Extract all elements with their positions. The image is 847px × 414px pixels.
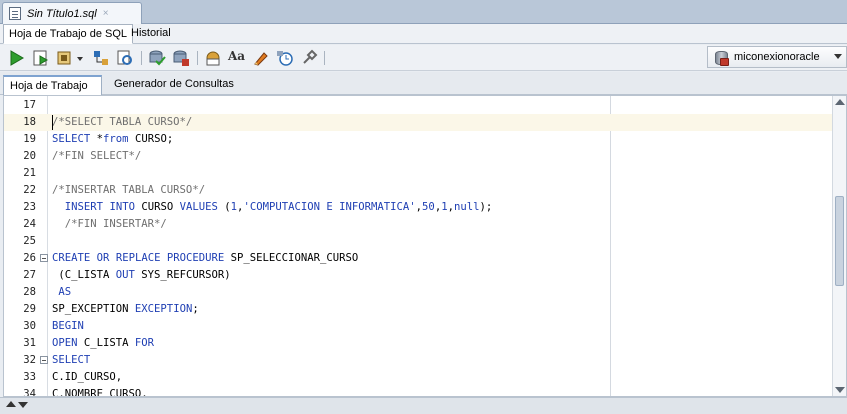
code-line[interactable]: 17 xyxy=(4,97,834,114)
sql-format-icon[interactable] xyxy=(204,49,222,67)
sql-file-icon xyxy=(9,7,21,20)
connection-name: miconexionoracle xyxy=(734,51,820,63)
code-line[interactable]: 26 CREATE OR REPLACE PROCEDURE SP_SELECCI… xyxy=(4,250,834,267)
code-line[interactable]: 19 SELECT *from CURSO; xyxy=(4,131,834,148)
code-text: /*FIN INSERTAR*/ xyxy=(52,218,167,230)
code-text: /*INSERTAR TABLA CURSO*/ xyxy=(52,184,206,196)
expand-up-icon[interactable] xyxy=(6,401,16,407)
worksheet-toolbar: Aa miconexionoracle xyxy=(0,45,847,71)
code-text: SELECT xyxy=(52,354,91,366)
code-text: SELECT *from CURSO; xyxy=(52,133,174,145)
code-line[interactable]: 22 /*INSERTAR TABLA CURSO*/ xyxy=(4,182,834,199)
code-line[interactable]: 29 SP_EXCEPTION EXCEPTION; xyxy=(4,301,834,318)
line-number: 30 xyxy=(23,320,36,332)
code-text: C.NOMBRE_CURSO, xyxy=(52,388,148,397)
line-number: 25 xyxy=(23,235,36,247)
code-text: BEGIN xyxy=(52,320,84,332)
code-text: C.ID_CURSO, xyxy=(52,371,123,383)
fold-toggle-icon[interactable] xyxy=(40,254,48,262)
scroll-up-icon[interactable] xyxy=(835,99,845,105)
sql-tuning-icon[interactable] xyxy=(116,49,134,67)
code-text: INSERT INTO CURSO VALUES (1,'COMPUTACION… xyxy=(64,201,493,213)
code-line[interactable]: 32 SELECT xyxy=(4,352,834,369)
line-number: 19 xyxy=(23,133,36,145)
explain-plan-icon[interactable] xyxy=(92,49,110,67)
line-number: 32 xyxy=(23,354,36,366)
code-line[interactable]: 30 BEGIN xyxy=(4,318,834,335)
connection-selector[interactable]: miconexionoracle xyxy=(707,46,847,68)
chevron-down-icon xyxy=(834,54,842,59)
code-line[interactable]: 23 INSERT INTO CURSO VALUES (1,'COMPUTAC… xyxy=(4,199,834,216)
database-connection-icon xyxy=(714,50,729,66)
rollback-icon[interactable] xyxy=(172,49,190,67)
line-number: 20 xyxy=(23,150,36,162)
line-number: 33 xyxy=(23,371,36,383)
file-tab-strip: Sin Título1.sql × xyxy=(0,0,847,24)
code-text: OPEN C_LISTA FOR xyxy=(52,337,155,349)
code-line[interactable]: 25 xyxy=(4,233,834,250)
clear-icon[interactable] xyxy=(252,49,270,67)
code-line[interactable]: 18 /*SELECT TABLA CURSO*/ xyxy=(4,114,834,131)
code-text: AS xyxy=(58,286,72,298)
file-tab-title: Sin Título1.sql xyxy=(27,7,97,20)
line-number: 28 xyxy=(23,286,36,298)
sql-subtabs: Hoja de Trabajo de SQL Historial xyxy=(0,24,847,44)
line-number: 26 xyxy=(23,252,36,264)
autotrace-icon[interactable] xyxy=(56,49,74,67)
autotrace-dropdown-icon[interactable] xyxy=(76,49,84,67)
line-number: 18 xyxy=(23,116,36,128)
scroll-thumb[interactable] xyxy=(835,196,844,286)
worksheet-tabs: Hoja de Trabajo Generador de Consultas xyxy=(0,72,847,95)
tab-hoja-de-trabajo[interactable]: Hoja de Trabajo xyxy=(3,75,102,95)
line-number: 24 xyxy=(23,218,36,230)
close-icon[interactable]: × xyxy=(103,8,109,19)
collapse-down-icon[interactable] xyxy=(18,402,28,408)
run-script-icon[interactable] xyxy=(32,49,50,67)
to-upper-lower-icon[interactable]: Aa xyxy=(228,49,246,67)
code-line[interactable]: 28 AS xyxy=(4,284,834,301)
code-text: SP_EXCEPTION EXCEPTION; xyxy=(52,303,199,315)
line-number: 23 xyxy=(23,201,36,213)
code-text: /*FIN SELECT*/ xyxy=(52,150,142,162)
code-line[interactable]: 21 xyxy=(4,165,834,182)
code-line[interactable]: 33 C.ID_CURSO, xyxy=(4,369,834,386)
code-text: CREATE OR REPLACE PROCEDURE SP_SELECCION… xyxy=(52,252,359,264)
toolbar-separator xyxy=(324,51,325,65)
line-number: 27 xyxy=(23,269,36,281)
tab-hoja-de-trabajo-sql[interactable]: Hoja de Trabajo de SQL xyxy=(3,24,134,44)
sql-editor[interactable]: 17 18 /*SELECT TABLA CURSO*/ 19 SELECT *from… xyxy=(3,95,847,397)
text-caret xyxy=(52,115,53,130)
sql-history-icon[interactable] xyxy=(276,49,294,67)
code-line[interactable]: 24 /*FIN INSERTAR*/ xyxy=(4,216,834,233)
run-statement-icon[interactable] xyxy=(8,49,26,67)
code-line[interactable]: 27 (C_LISTA OUT SYS_REFCURSOR) xyxy=(4,267,834,284)
file-tab-sin-titulo[interactable]: Sin Título1.sql × xyxy=(2,2,142,24)
tab-generador-de-consultas[interactable]: Generador de Consultas xyxy=(108,75,240,95)
commit-icon[interactable] xyxy=(148,49,166,67)
line-number: 17 xyxy=(23,99,36,111)
unshared-worksheet-icon[interactable] xyxy=(300,49,318,67)
vertical-scrollbar[interactable] xyxy=(832,96,846,396)
tab-historial[interactable]: Historial xyxy=(126,24,176,44)
line-number: 31 xyxy=(23,337,36,349)
code-line[interactable]: 31 OPEN C_LISTA FOR xyxy=(4,335,834,352)
line-number: 34 xyxy=(23,388,36,397)
code-line[interactable]: 34 C.NOMBRE_CURSO, xyxy=(4,386,834,397)
code-text: (C_LISTA OUT SYS_REFCURSOR) xyxy=(52,269,231,281)
line-number: 22 xyxy=(23,184,36,196)
code-line[interactable]: 20 /*FIN SELECT*/ xyxy=(4,148,834,165)
toolbar-separator xyxy=(141,51,142,65)
code-text: /*SELECT TABLA CURSO*/ xyxy=(52,116,193,128)
line-number: 29 xyxy=(23,303,36,315)
toolbar-separator xyxy=(197,51,198,65)
line-number: 21 xyxy=(23,167,36,179)
scroll-down-icon[interactable] xyxy=(835,387,845,393)
fold-toggle-icon[interactable] xyxy=(40,356,48,364)
bottom-splitter[interactable] xyxy=(0,397,847,414)
